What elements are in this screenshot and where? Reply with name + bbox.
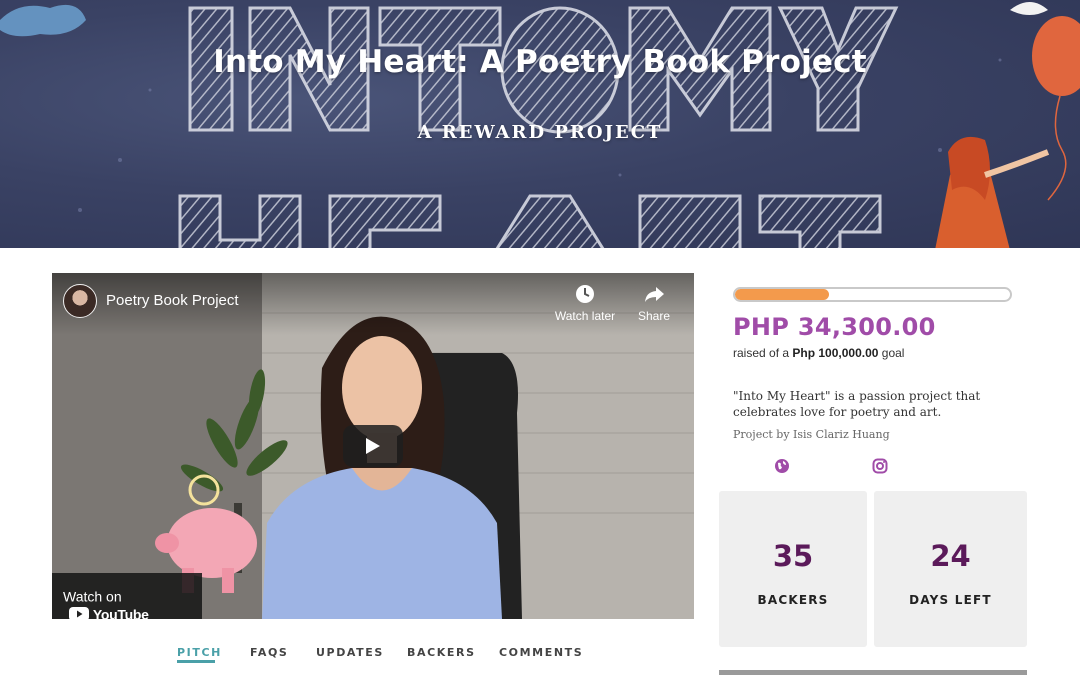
goal-amount: Php 100,000.00 bbox=[792, 346, 879, 360]
project-type-subtitle: A REWARD PROJECT bbox=[417, 122, 663, 143]
youtube-logo: YouTube bbox=[69, 605, 149, 619]
watch-on-label: Watch on bbox=[63, 588, 122, 605]
globe-icon[interactable] bbox=[774, 458, 790, 474]
share-button[interactable]: Share bbox=[619, 283, 689, 323]
instagram-icon[interactable] bbox=[872, 458, 888, 474]
days-left-count: 24 bbox=[930, 539, 971, 573]
play-icon bbox=[366, 438, 380, 454]
raised-prefix: raised of a bbox=[733, 346, 793, 360]
clock-icon bbox=[576, 285, 594, 303]
days-left-stat: 24 DAYS LEFT bbox=[874, 491, 1027, 647]
funding-progress-fill bbox=[735, 289, 830, 300]
play-button[interactable] bbox=[343, 425, 403, 467]
goal-suffix: goal bbox=[878, 346, 905, 360]
amount-raised: PHP 34,300.00 bbox=[733, 313, 936, 341]
backers-stat: 35 BACKERS bbox=[719, 491, 867, 647]
video-title[interactable]: Poetry Book Project bbox=[106, 292, 239, 309]
tab-pitch[interactable]: PITCH bbox=[177, 646, 222, 659]
tab-comments[interactable]: COMMENTS bbox=[499, 646, 583, 659]
funding-progress-bar bbox=[733, 287, 1012, 302]
project-byline: Project by Isis Clariz Huang bbox=[733, 428, 890, 441]
youtube-wordmark: YouTube bbox=[92, 606, 149, 619]
video-player[interactable]: Poetry Book Project Watch later Share Wa… bbox=[52, 273, 694, 619]
tab-backers[interactable]: BACKERS bbox=[407, 646, 476, 659]
backers-count: 35 bbox=[772, 539, 814, 573]
watch-on-youtube-button[interactable]: Watch on YouTube bbox=[52, 573, 202, 619]
hero-banner: Into My Heart: A Poetry Book Project A R… bbox=[0, 0, 1080, 248]
watch-later-label: Watch later bbox=[554, 309, 616, 323]
funding-goal-line: raised of a Php 100,000.00 goal bbox=[733, 346, 904, 360]
days-left-label: DAYS LEFT bbox=[909, 593, 992, 607]
share-label: Share bbox=[637, 309, 671, 323]
project-title: Into My Heart: A Poetry Book Project bbox=[213, 44, 867, 80]
share-arrow-icon bbox=[645, 287, 664, 302]
active-tab-indicator bbox=[177, 660, 215, 663]
tab-updates[interactable]: UPDATES bbox=[316, 646, 384, 659]
youtube-play-icon bbox=[69, 607, 89, 619]
channel-avatar[interactable] bbox=[63, 284, 97, 318]
backers-label: BACKERS bbox=[757, 593, 829, 607]
watch-later-button[interactable]: Watch later bbox=[550, 283, 620, 323]
project-description: "Into My Heart" is a passion project tha… bbox=[733, 389, 981, 419]
back-project-button[interactable] bbox=[719, 670, 1027, 675]
tab-faqs[interactable]: FAQS bbox=[250, 646, 288, 659]
